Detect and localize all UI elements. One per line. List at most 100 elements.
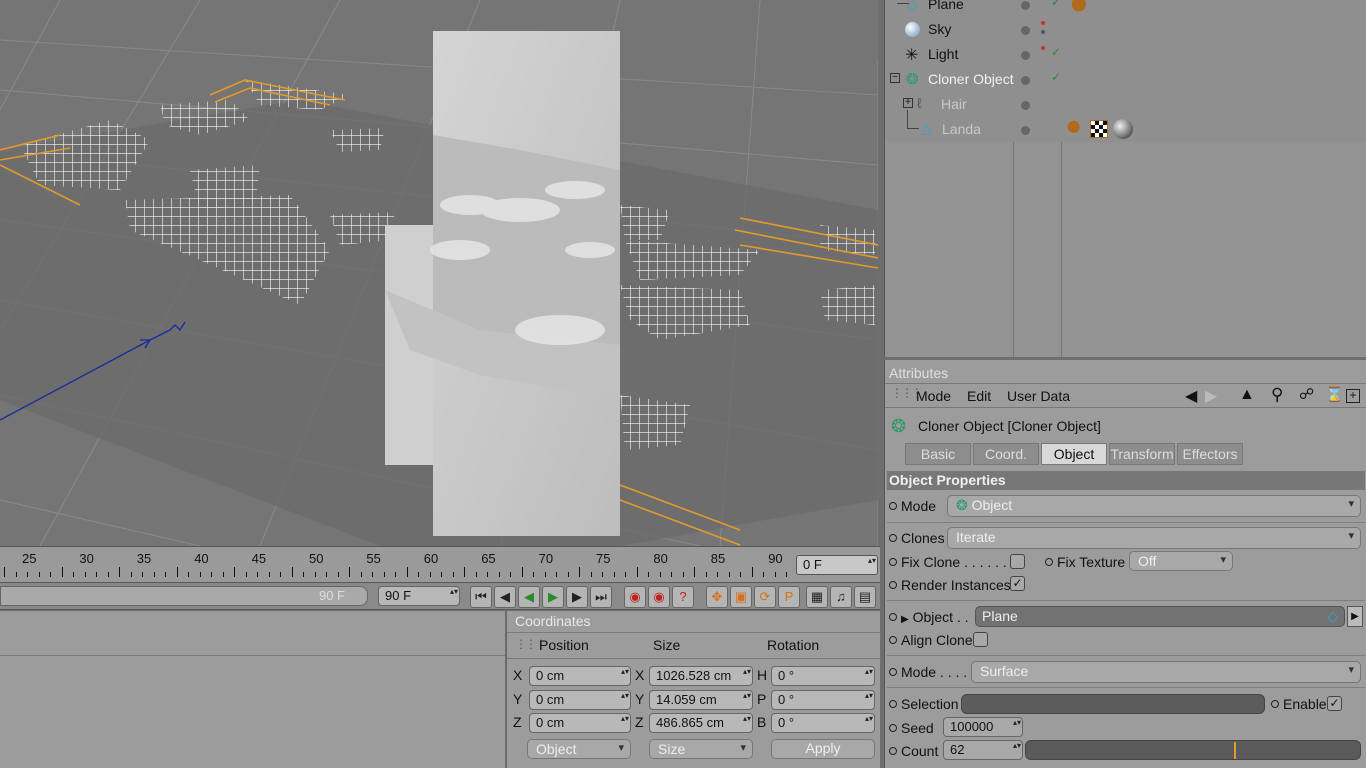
menu-user-data[interactable]: User Data [1007, 388, 1070, 404]
object-row-landa[interactable]: △ Landa ⬤ [885, 110, 1366, 143]
enabled-check-icon[interactable]: ✓ [1051, 0, 1061, 9]
material-manager-panel[interactable] [0, 611, 505, 768]
visibility-dot[interactable] [1021, 51, 1030, 60]
new-panel-icon[interactable]: + [1346, 389, 1360, 403]
end-frame-field[interactable]: 90 F [378, 586, 460, 606]
count-slider-handle[interactable] [1234, 742, 1236, 759]
fix-texture-dropdown[interactable]: Off [1129, 551, 1233, 571]
align-clone-checkbox[interactable] [973, 632, 988, 647]
selection-field[interactable] [961, 694, 1265, 714]
param-key-icon[interactable]: P [778, 586, 800, 608]
timeline-tick-mark [418, 572, 419, 577]
timeline-tick-mark [107, 572, 109, 577]
rotate-key-icon[interactable]: ⟳ [754, 586, 776, 608]
texture-tag-icon[interactable] [1090, 120, 1108, 138]
up-arrow-icon[interactable]: ▲ [1239, 386, 1255, 404]
timeline-tick-mark [774, 572, 776, 577]
forward-arrow-icon[interactable]: ▶ [1205, 386, 1217, 406]
tab-basic[interactable]: Basic [905, 443, 971, 465]
play-forward-icon[interactable]: ▶ [542, 586, 564, 608]
coordinate-system-dropdown[interactable]: Object [527, 739, 631, 759]
size-field[interactable]: 14.059 cm [649, 689, 753, 710]
current-frame-field[interactable]: 0 F [796, 555, 878, 575]
frame-range-slider[interactable]: 90 F [0, 586, 368, 606]
position-field[interactable]: 0 cm [529, 713, 631, 733]
size-field[interactable]: 486.865 cm [649, 713, 753, 733]
object-row-hair[interactable]: + ℓ Hair [885, 93, 1366, 118]
sound-icon[interactable]: ♫ [830, 586, 852, 608]
position-axis-label: Y [513, 690, 523, 707]
size-mode-dropdown[interactable]: Size [649, 739, 753, 759]
autokey-icon[interactable]: ◉ [648, 586, 670, 608]
enable-checkbox[interactable]: ✓ [1327, 696, 1342, 711]
timeline-tick-mark [234, 567, 235, 577]
expand-icon[interactable]: + [903, 98, 913, 108]
tab-effectors[interactable]: Effectors [1177, 443, 1243, 465]
scale-key-icon[interactable]: ▣ [730, 586, 752, 608]
section-header-bar: Object Properties [887, 471, 1365, 490]
play-backward-icon[interactable]: ◀ [518, 586, 540, 608]
object-row-light[interactable]: ✳ Light ✓ [885, 43, 1366, 68]
timeline-settings-icon[interactable]: ▤ [854, 586, 876, 608]
tag-icon[interactable]: ⬤ [1071, 0, 1087, 12]
visibility-dot[interactable] [1021, 76, 1030, 85]
position-field[interactable]: 0 cm [529, 689, 631, 710]
clones-value: Iterate [956, 529, 996, 545]
record-icon[interactable]: ◉ [624, 586, 646, 608]
link-arrow-icon[interactable]: ▶ [901, 614, 909, 625]
rotation-field[interactable]: 0 ° [771, 689, 875, 710]
hair-tag-icon[interactable]: ⬤ [1067, 119, 1080, 133]
pla-key-icon[interactable]: ▦ [806, 586, 828, 608]
object-row-cloner[interactable]: − ❂ Cloner Object ✓ [885, 68, 1366, 93]
object-name: Light [928, 46, 959, 62]
collapse-icon[interactable]: − [890, 73, 900, 83]
enabled-check-icon[interactable]: ✓ [1051, 70, 1061, 84]
count-field[interactable]: 62 [943, 740, 1023, 760]
visibility-dot[interactable] [1021, 26, 1030, 35]
size-field[interactable]: 1026.528 cm [649, 666, 753, 686]
prev-key-icon[interactable]: ◀ [494, 586, 516, 608]
distribution-mode-dropdown[interactable]: Surface [971, 661, 1361, 683]
material-tag-icon[interactable] [1113, 119, 1133, 139]
menu-edit[interactable]: Edit [967, 388, 991, 404]
apply-button[interactable]: Apply [771, 739, 875, 759]
lock-icon[interactable]: ☍ [1299, 385, 1314, 403]
menu-mode[interactable]: Mode [916, 388, 951, 404]
tab-transform[interactable]: Transform [1109, 443, 1175, 465]
object-link-field[interactable]: Plane ◇ [975, 606, 1345, 627]
next-key-icon[interactable]: ▶ [566, 586, 588, 608]
go-to-start-icon[interactable]: ⏮ [470, 586, 492, 608]
back-arrow-icon[interactable]: ◀ [1185, 386, 1197, 406]
pin-icon[interactable]: ⌛ [1325, 385, 1344, 403]
search-icon[interactable]: ⚲ [1271, 385, 1283, 405]
tab-coord[interactable]: Coord. [973, 443, 1039, 465]
editor-dot[interactable] [1041, 30, 1045, 34]
go-to-end-icon[interactable]: ⏭ [590, 586, 612, 608]
timeline-tick-mark [556, 572, 557, 577]
clones-dropdown[interactable]: Iterate [947, 527, 1361, 549]
visibility-dot[interactable] [1021, 126, 1030, 135]
attrs-divider [885, 383, 1366, 384]
object-row-plane[interactable]: ◇ Plane ✓ ⬤ [885, 0, 1366, 18]
rotation-field[interactable]: 0 ° [771, 713, 875, 733]
render-instances-checkbox[interactable]: ✓ [1010, 576, 1025, 591]
timeline-tick-label: 75 [596, 551, 611, 566]
seed-field[interactable]: 100000 [943, 717, 1023, 737]
position-field[interactable]: 0 cm [529, 666, 631, 686]
render-dot-red[interactable] [1041, 21, 1045, 25]
render-dot-red[interactable] [1041, 46, 1045, 50]
enabled-check-icon[interactable]: ✓ [1051, 45, 1061, 59]
count-slider[interactable] [1025, 740, 1361, 760]
timeline-ruler[interactable]: 25 30 35 40 45 50 55 60 65 70 75 80 85 90 0 F [0, 546, 880, 582]
visibility-dot[interactable] [1021, 101, 1030, 110]
tab-object[interactable]: Object [1041, 443, 1107, 465]
keyframe-selection-icon[interactable]: ? [672, 586, 694, 608]
object-row-sky[interactable]: Sky [885, 18, 1366, 43]
3d-viewport[interactable] [0, 0, 878, 546]
link-menu-button[interactable]: ▶ [1347, 606, 1363, 627]
move-key-icon[interactable]: ✥ [706, 586, 728, 608]
visibility-dot[interactable] [1021, 1, 1030, 10]
mode-dropdown[interactable]: ❂ Object [947, 495, 1361, 517]
fix-clone-checkbox[interactable] [1010, 554, 1025, 569]
rotation-field[interactable]: 0 ° [771, 666, 875, 686]
